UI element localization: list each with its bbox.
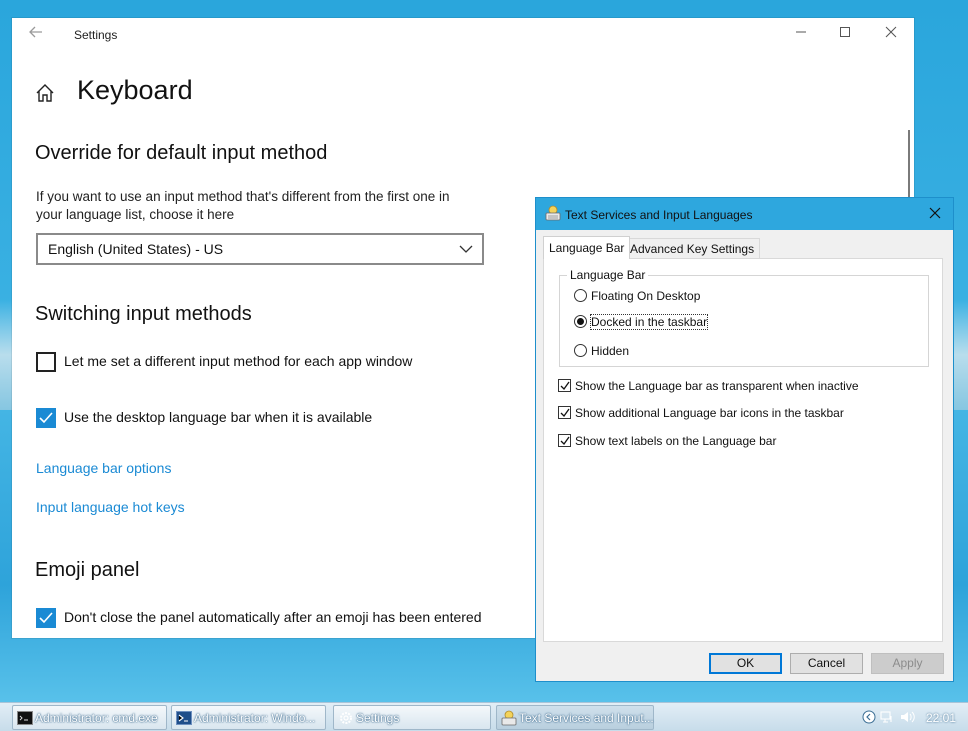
powershell-icon — [176, 710, 192, 726]
apply-button[interactable]: Apply — [871, 653, 944, 674]
minimize-icon[interactable] — [790, 24, 812, 44]
additional-icons-label: Show additional Language bar icons in th… — [575, 406, 844, 420]
dialog-title: Text Services and Input Languages — [565, 208, 753, 222]
home-icon[interactable] — [34, 82, 58, 106]
page-title: Keyboard — [77, 75, 193, 105]
checkmark-icon — [39, 612, 53, 624]
radio-docked-row[interactable]: Docked in the taskbar — [574, 314, 724, 331]
language-bar-group: Language Bar Floating On Desktop Docked … — [559, 268, 929, 367]
emoji-panel-checkbox-row[interactable]: Don't close the panel automatically afte… — [36, 608, 506, 630]
ok-button[interactable]: OK — [709, 653, 782, 674]
emoji-panel-checkbox[interactable] — [36, 608, 56, 628]
text-labels-checkbox[interactable] — [558, 434, 571, 447]
additional-icons-checkbox-row[interactable]: Show additional Language bar icons in th… — [558, 406, 848, 422]
gear-icon — [338, 710, 354, 726]
taskbar-item-text-services-label: Text Services and Input... — [519, 711, 654, 725]
taskbar-item-powershell[interactable]: Administrator: Windo... — [171, 705, 326, 730]
dialog-titlebar: Text Services and Input Languages — [536, 198, 953, 230]
taskbar-item-text-services[interactable]: Text Services and Input... — [496, 705, 654, 730]
taskbar-item-settings[interactable]: Settings — [333, 705, 491, 730]
radio-hidden-label: Hidden — [591, 344, 630, 358]
override-description: If you want to use an input method that'… — [36, 188, 506, 224]
override-heading: Override for default input method — [35, 142, 328, 164]
network-icon[interactable] — [880, 710, 894, 724]
radio-floating-on-desktop[interactable] — [574, 289, 587, 302]
taskbar: Administrator: cmd.exe Administrator: Wi… — [0, 702, 968, 731]
checkmark-icon — [560, 381, 570, 391]
checkmark-icon — [560, 436, 570, 446]
settings-window-title: Settings — [74, 28, 118, 42]
radio-floating-row[interactable]: Floating On Desktop — [574, 289, 714, 305]
radio-floating-label: Floating On Desktop — [591, 289, 701, 303]
maximize-icon[interactable] — [834, 24, 856, 44]
per-app-input-checkbox-row[interactable]: Let me set a different input method for … — [36, 352, 456, 374]
input-method-selected: English (United States) - US — [48, 241, 224, 257]
keyboard-icon — [545, 205, 561, 221]
per-app-input-label: Let me set a different input method for … — [64, 353, 413, 369]
desktop-language-bar-checkbox-row[interactable]: Use the desktop language bar when it is … — [36, 408, 396, 430]
language-bar-group-label: Language Bar — [567, 268, 649, 282]
desktop-language-bar-label: Use the desktop language bar when it is … — [64, 409, 373, 425]
radio-hidden[interactable] — [574, 344, 587, 357]
taskbar-item-cmd[interactable]: Administrator: cmd.exe — [12, 705, 167, 730]
taskbar-item-powershell-label: Administrator: Windo... — [194, 711, 316, 725]
cancel-button[interactable]: Cancel — [790, 653, 863, 674]
transparent-checkbox-row[interactable]: Show the Language bar as transparent whe… — [558, 379, 859, 395]
text-services-dialog: Text Services and Input Languages Langua… — [535, 197, 954, 682]
additional-icons-checkbox[interactable] — [558, 406, 571, 419]
tab-advanced-key-settings[interactable]: Advanced Key Settings — [624, 238, 761, 258]
override-description-line2: your language list, choose it here — [36, 207, 235, 222]
text-labels-checkbox-row[interactable]: Show text labels on the Language bar — [558, 434, 788, 450]
language-bar-options-link[interactable]: Language bar options — [36, 460, 171, 476]
emoji-heading: Emoji panel — [35, 559, 140, 581]
emoji-panel-label: Don't close the panel automatically afte… — [64, 609, 482, 625]
desktop-language-bar-checkbox[interactable] — [36, 408, 56, 428]
chevron-down-icon — [458, 241, 474, 257]
language-bar-panel: Language Bar Floating On Desktop Docked … — [543, 258, 943, 642]
override-description-line1: If you want to use an input method that'… — [36, 189, 450, 204]
text-labels-label: Show text labels on the Language bar — [575, 434, 777, 448]
input-method-dropdown[interactable]: English (United States) - US — [36, 233, 484, 265]
checkmark-icon — [39, 412, 53, 424]
radio-docked-in-taskbar[interactable] — [574, 315, 587, 328]
switching-heading: Switching input methods — [35, 303, 252, 325]
cmd-icon — [17, 710, 33, 726]
transparent-label: Show the Language bar as transparent whe… — [575, 379, 859, 393]
per-app-input-checkbox[interactable] — [36, 352, 56, 372]
transparent-checkbox[interactable] — [558, 379, 571, 392]
radio-docked-label: Docked in the taskbar — [589, 314, 709, 330]
radio-hidden-row[interactable]: Hidden — [574, 344, 654, 360]
taskbar-item-cmd-label: Administrator: cmd.exe — [35, 711, 158, 725]
taskbar-item-settings-label: Settings — [356, 711, 400, 725]
close-icon[interactable] — [880, 24, 902, 44]
input-language-hot-keys-link[interactable]: Input language hot keys — [36, 499, 185, 515]
close-icon[interactable] — [927, 205, 943, 221]
volume-icon[interactable] — [900, 710, 915, 724]
back-arrow-icon[interactable] — [26, 24, 46, 44]
checkmark-icon — [560, 408, 570, 418]
settings-titlebar: Settings — [12, 18, 914, 50]
tab-language-bar[interactable]: Language Bar — [543, 236, 631, 259]
keyboard-icon — [501, 710, 517, 726]
tray-back-icon[interactable] — [862, 710, 876, 724]
taskbar-clock[interactable]: 22:01 — [926, 711, 956, 725]
